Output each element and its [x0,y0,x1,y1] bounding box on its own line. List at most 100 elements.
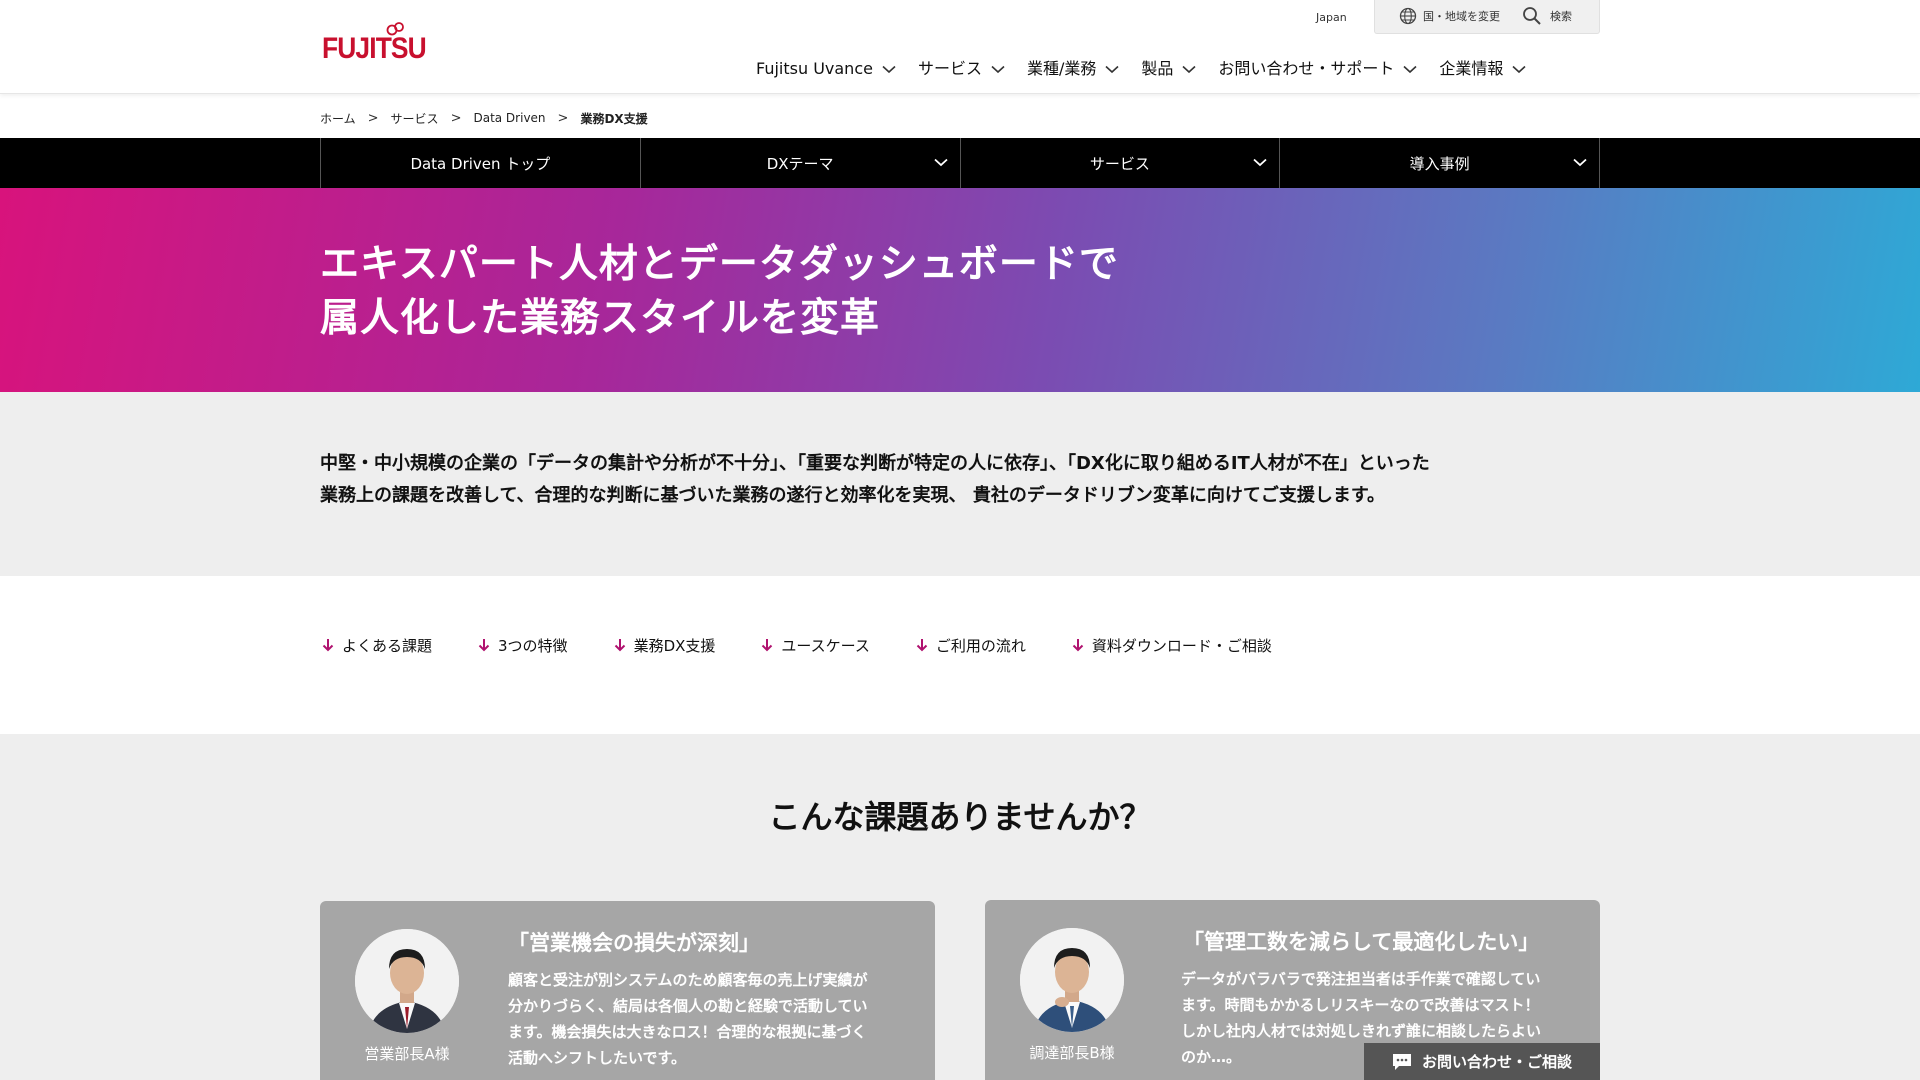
chevron-down-icon [1253,158,1267,167]
person-avatar-icon [355,929,459,1033]
arrow-down-icon [1072,639,1084,652]
card-body-line: 分かりづらく、結局は各個人の勘と経験で活動してい [508,997,868,1015]
page-title-line1: エキスパート人材とデータダッシュボードで [320,242,1119,287]
search-label: 検索 [1550,10,1572,23]
page-title: エキスパート人材とデータダッシュボードで 属人化した業務スタイルを変革 [320,238,1119,346]
search-button[interactable]: 検索 [1522,6,1572,26]
section-tab-services[interactable]: サービス [961,138,1281,188]
globe-icon [1399,7,1417,25]
person-avatar-icon [1020,928,1124,1032]
arrow-down-icon [322,639,334,652]
anchor-link-label: 業務DX支援 [633,636,716,655]
chevron-down-icon [1182,65,1196,73]
section-heading: こんな課題ありませんか？ [768,798,1152,836]
card-body-line: ます。時間もかかるしリスキーなので改善はマスト！ [1181,996,1540,1014]
chevron-down-icon [1573,158,1587,167]
section-tab-label: 導入事例 [1409,154,1470,173]
change-country-button[interactable]: 国・地域を変更 [1399,7,1500,25]
arrow-down-icon [762,639,773,652]
card-body-line: 活動へシフトしたいです。 [508,1049,687,1067]
anchor-link-label: 3つの特徴 [498,636,568,655]
avatar [355,929,459,1033]
breadcrumb-home[interactable]: ホーム [320,110,356,127]
intro-line2: 業務上の課題を改善して、合理的な判断に基づいた業務の遂行と効率化を実現、 貴社の… [320,485,1386,506]
breadcrumb-data-driven[interactable]: Data Driven [473,111,545,125]
intro-section: 中堅・中小規模の企業の「データの集計や分析が不十分」、「重要な判断が特定の人に依… [0,392,1920,576]
section-tab-label: DXテーマ [766,154,834,173]
section-tab-label: Data Driven トップ [410,154,551,173]
anchor-link-use-cases[interactable]: ユースケース [761,635,870,656]
main-nav: Fujitsu Uvance サービス 業種/業務 製品 お問い合わせ・サポート… [756,58,1526,80]
card-body-line: 顧客と受注が別システムのため顧客毎の売上げ実績が [508,971,868,989]
card-body-line: ます。機会損失は大きなロス！合理的な根拠に基づく [508,1023,867,1041]
change-country-label: 国・地域を変更 [1423,10,1500,23]
chat-bubble-icon [1392,1053,1411,1070]
breadcrumb-separator-icon: > [367,110,379,126]
floating-contact-button[interactable]: お問い合わせ・ご相談 [1364,1043,1600,1080]
anchor-link-label: 資料ダウンロード・ご相談 [1091,636,1272,655]
card-title: 「管理工数を減らして最適化したい」 [1183,930,1540,954]
nav-label: お問い合わせ・サポート [1218,59,1395,78]
card-body-line: データがバラバラで発注担当者は手作業で確認してい [1181,970,1541,988]
chevron-down-icon [991,65,1005,73]
floating-contact-label: お問い合わせ・ご相談 [1421,1053,1572,1071]
nav-products[interactable]: 製品 [1141,58,1196,80]
nav-fujitsu-uvance[interactable]: Fujitsu Uvance [756,58,896,80]
problems-section: こんな課題ありませんか？ 営業部長A様 「営業機会の損失が深刻」 顧客と受注が別… [0,734,1920,1080]
utility-bar: 国・地域を変更 検索 [1374,0,1600,34]
anchor-link-list: よくある課題 3つの特徴 業務DX支援 ユースケース ご利用の流れ 資料ダウンロ… [322,634,1318,656]
card-person-label: 調達部長B様 [1029,1044,1115,1062]
nav-label: 業種/業務 [1026,59,1097,78]
section-tab-data-driven-top[interactable]: Data Driven トップ [321,138,641,188]
nav-support[interactable]: お問い合わせ・サポート [1218,58,1417,80]
intro-line1: 中堅・中小規模の企業の「データの集計や分析が不十分」、「重要な判断が特定の人に依… [320,453,1430,474]
arrow-down-icon [478,639,490,652]
breadcrumb-separator-icon: > [450,110,462,126]
fujitsu-logo[interactable]: FUJITSU [322,22,432,68]
breadcrumb-current: 業務DX支援 [580,111,648,126]
page-title-line2: 属人化した業務スタイルを変革 [320,296,881,341]
nav-industries[interactable]: 業種/業務 [1027,58,1119,80]
region-label[interactable]: Japan [1316,8,1347,28]
avatar [1020,928,1124,1032]
breadcrumb-services[interactable]: サービス [391,110,439,127]
nav-label: 製品 [1141,59,1174,78]
card-body-line: しかし社内人材では対処しきれず誰に相談したらよい [1181,1022,1542,1040]
chevron-down-icon [933,158,948,167]
hero-banner: エキスパート人材とデータダッシュボードで 属人化した業務スタイルを変革 [0,188,1920,392]
nav-label: Fujitsu Uvance [756,59,873,78]
anchor-link-label: ご利用の流れ [935,636,1026,655]
chevron-down-icon [1105,65,1119,73]
arrow-down-icon [916,639,928,652]
problem-card: 営業部長A様 「営業機会の損失が深刻」 顧客と受注が別システムのため顧客毎の売上… [320,901,935,1080]
card-body: 顧客と受注が別システムのため顧客毎の売上げ実績が 分かりづらく、結局は各個人の勘… [508,967,908,1071]
site-header: FUJITSU Japan 国・地域を変更 検索 Fujitsu Uvance [0,0,1920,94]
logo-text: FUJITSU [322,32,427,65]
breadcrumb-separator-icon: > [557,110,569,126]
section-tab-case-studies[interactable]: 導入事例 [1280,138,1600,188]
breadcrumb: ホーム > サービス > Data Driven > 業務DX支援 [320,110,648,126]
nav-company[interactable]: 企業情報 [1439,58,1526,80]
nav-label: 企業情報 [1439,59,1504,78]
anchor-link-label: よくある課題 [342,636,433,655]
chevron-down-icon [1512,65,1526,73]
card-body-line: のか…。 [1181,1048,1242,1066]
nav-label: サービス [917,59,982,78]
section-tab-dx-theme[interactable]: DXテーマ [641,138,961,188]
anchor-link-label: ユースケース [781,636,870,655]
card-person-label: 営業部長A様 [364,1045,450,1063]
section-nav: Data Driven トップ DXテーマ サービス 導入事例 [0,138,1920,188]
intro-text: 中堅・中小規模の企業の「データの集計や分析が不十分」、「重要な判断が特定の人に依… [320,448,1620,512]
chevron-down-icon [882,65,896,73]
anchor-link-dx-support[interactable]: 業務DX支援 [614,635,716,656]
card-title: 「営業機会の損失が深刻」 [508,931,760,955]
nav-services[interactable]: サービス [918,58,1005,80]
anchor-link-common-issues[interactable]: よくある課題 [322,635,432,656]
anchor-link-features[interactable]: 3つの特徴 [478,635,568,656]
anchor-links-section: よくある課題 3つの特徴 業務DX支援 ユースケース ご利用の流れ 資料ダウンロ… [0,576,1920,734]
arrow-down-icon [614,639,625,652]
section-tab-label: サービス [1089,154,1150,173]
anchor-link-flow[interactable]: ご利用の流れ [916,635,1026,656]
anchor-link-download[interactable]: 資料ダウンロード・ご相談 [1072,635,1272,656]
search-icon [1523,7,1541,25]
